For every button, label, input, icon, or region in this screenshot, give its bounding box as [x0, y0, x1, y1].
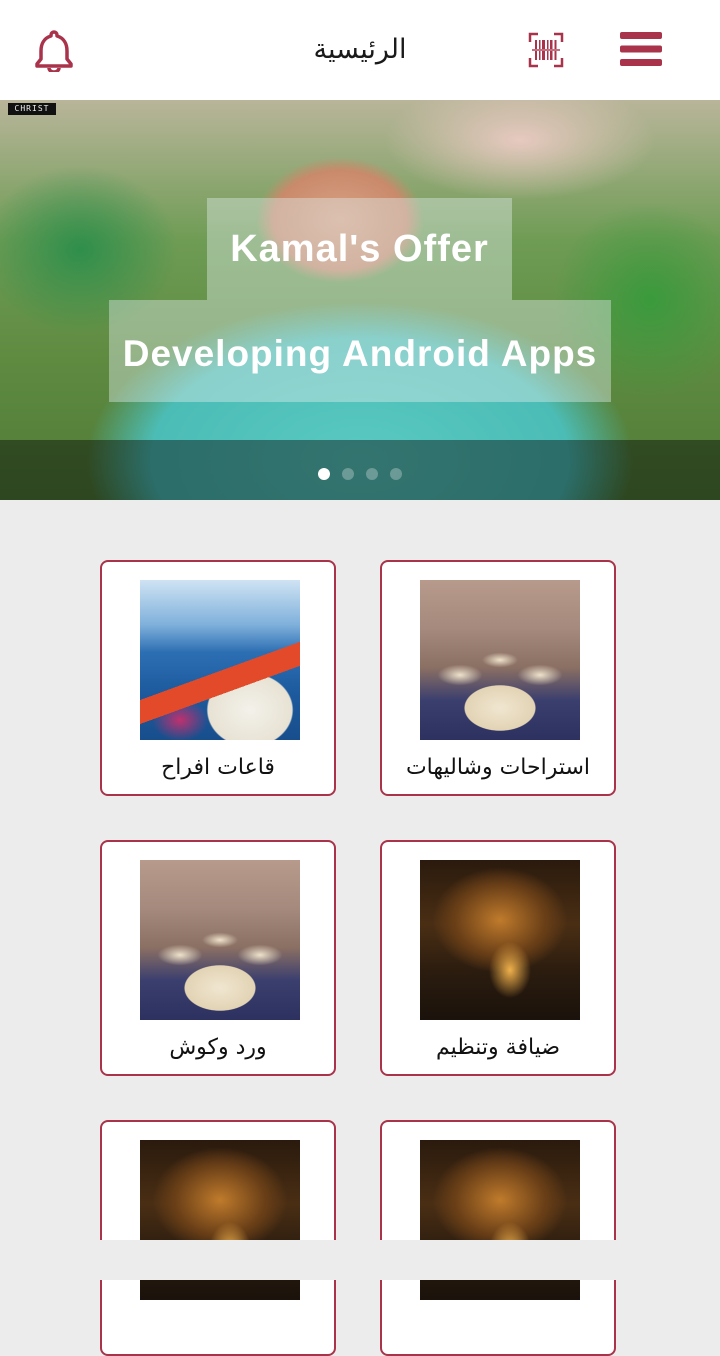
- category-image: [420, 860, 580, 1020]
- slider-dot-1[interactable]: [318, 468, 330, 480]
- photo-logo-tag: CHRIST: [8, 103, 56, 115]
- menu-icon[interactable]: [620, 30, 662, 68]
- slider-dot-3[interactable]: [366, 468, 378, 480]
- category-label: ورد وكوش: [169, 1035, 267, 1060]
- category-label: استراحات وشاليهات: [405, 755, 591, 780]
- slider-pagination: [0, 440, 720, 500]
- barcode-scan-icon[interactable]: [528, 32, 564, 68]
- category-image: [140, 860, 300, 1020]
- category-card[interactable]: استراحات وشاليهات: [380, 560, 616, 796]
- category-card[interactable]: ضيافة وتنظيم: [380, 840, 616, 1076]
- page-title: الرئيسية: [313, 34, 407, 65]
- category-label: [382, 1308, 614, 1348]
- category-label: ضيافة وتنظيم: [435, 1035, 561, 1060]
- category-card[interactable]: قاعات افراح: [100, 560, 336, 796]
- category-image: [140, 580, 300, 740]
- slider-dot-2[interactable]: [342, 468, 354, 480]
- banner-caption-title: Kamal's Offer: [207, 198, 512, 300]
- promo-banner-slider[interactable]: CHRIST Kamal's Offer Developing Android …: [0, 100, 720, 500]
- category-card[interactable]: [100, 1120, 336, 1356]
- bell-icon[interactable]: [34, 28, 74, 72]
- category-label: قاعات افراح: [161, 755, 275, 780]
- app-header: الرئيسية: [0, 0, 720, 100]
- category-card[interactable]: [380, 1120, 616, 1356]
- category-label: [102, 1308, 334, 1348]
- category-image: [420, 580, 580, 740]
- bottom-strip: [0, 1240, 720, 1280]
- category-card[interactable]: ورد وكوش: [100, 840, 336, 1076]
- slider-dot-4[interactable]: [390, 468, 402, 480]
- banner-caption-subtitle: Developing Android Apps: [109, 300, 611, 402]
